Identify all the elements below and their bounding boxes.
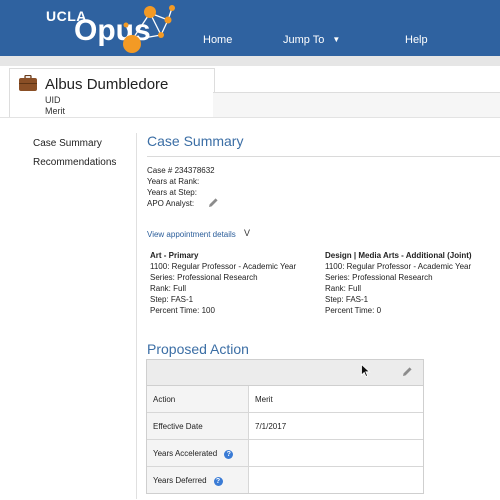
apo-analyst: APO Analyst: [147,199,195,208]
nav-jump-to-menu[interactable]: Jump To ▼ [283,34,340,46]
appointment-step: Step: FAS-1 [325,295,369,304]
question-circle-icon[interactable]: ? [213,477,223,486]
nav-jump-to-label: Jump To [283,34,325,46]
mouse-cursor-icon [361,364,371,378]
person-action-type: Merit [45,106,65,116]
row-value: 7/1/2017 [255,422,287,431]
appointment-title-code: 1100: Regular Professor - Academic Year [150,262,297,271]
table-row: Effective Date 7/1/2017 [147,413,423,440]
chevron-down-icon[interactable]: V [244,228,250,238]
opus-network-logo-icon [123,5,175,53]
view-appointment-details-link[interactable]: View appointment details [147,230,236,239]
case-summary-divider [147,156,500,157]
row-label: Years Accelerated [153,449,218,458]
appointment-additional: Design | Media Arts - Additional (Joint)… [325,250,500,316]
years-at-step: Years at Step: [147,188,197,197]
question-circle-icon[interactable]: ? [224,450,234,459]
appointment-rank: Rank: Full [150,284,187,293]
years-at-rank: Years at Rank: [147,177,200,186]
nav-help-link[interactable]: Help [405,34,428,46]
case-summary-title: Case Summary [147,133,244,149]
appointment-percent-time: Percent Time: 100 [150,306,215,315]
person-name: Albus Dumbledore [45,76,169,93]
row-label: Effective Date [147,413,249,439]
table-row: Years Deferred? [147,467,423,493]
pencil-icon[interactable] [402,366,413,377]
case-number: Case # 234378632 [147,166,215,175]
appointment-title: Art - Primary [150,251,199,260]
row-label-cell: Years Accelerated? [147,440,249,466]
row-value: Merit [255,395,273,404]
appointment-rank: Rank: Full [325,284,362,293]
appointment-title: Design | Media Arts - Additional (Joint) [325,251,472,260]
table-header [147,360,423,386]
sidebar-item-case-summary[interactable]: Case Summary [33,138,102,149]
caret-down-icon: ▼ [332,35,341,44]
row-label: Action [147,386,249,412]
sidebar-item-recommendations[interactable]: Recommendations [33,157,116,168]
person-uid: UID [45,95,61,105]
appointment-step: Step: FAS-1 [150,295,194,304]
appointment-percent-time: Percent Time: 0 [325,306,382,315]
appointment-title-code: 1100: Regular Professor - Academic Year [325,262,472,271]
briefcase-icon [19,75,37,91]
row-label-cell: Years Deferred? [147,467,249,493]
header-gray-band [0,56,500,66]
top-navigation-bar: UCLA Opus Home Jump To ▼ Help [0,0,500,56]
nav-home-link[interactable]: Home [203,34,232,46]
appointment-series: Series: Professional Research [325,273,433,282]
appointment-series: Series: Professional Research [150,273,258,282]
proposed-action-title: Proposed Action [147,341,249,357]
appointment-primary: Art - Primary 1100: Regular Professor - … [150,250,320,316]
table-row: Years Accelerated? [147,440,423,467]
row-label: Years Deferred [153,476,207,485]
profile-header-strip [213,92,500,118]
table-row: Action Merit [147,386,423,413]
sidebar-divider [136,133,137,499]
proposed-action-table: Action Merit Effective Date 7/1/2017 Yea… [146,359,424,494]
pencil-icon[interactable] [208,197,219,208]
